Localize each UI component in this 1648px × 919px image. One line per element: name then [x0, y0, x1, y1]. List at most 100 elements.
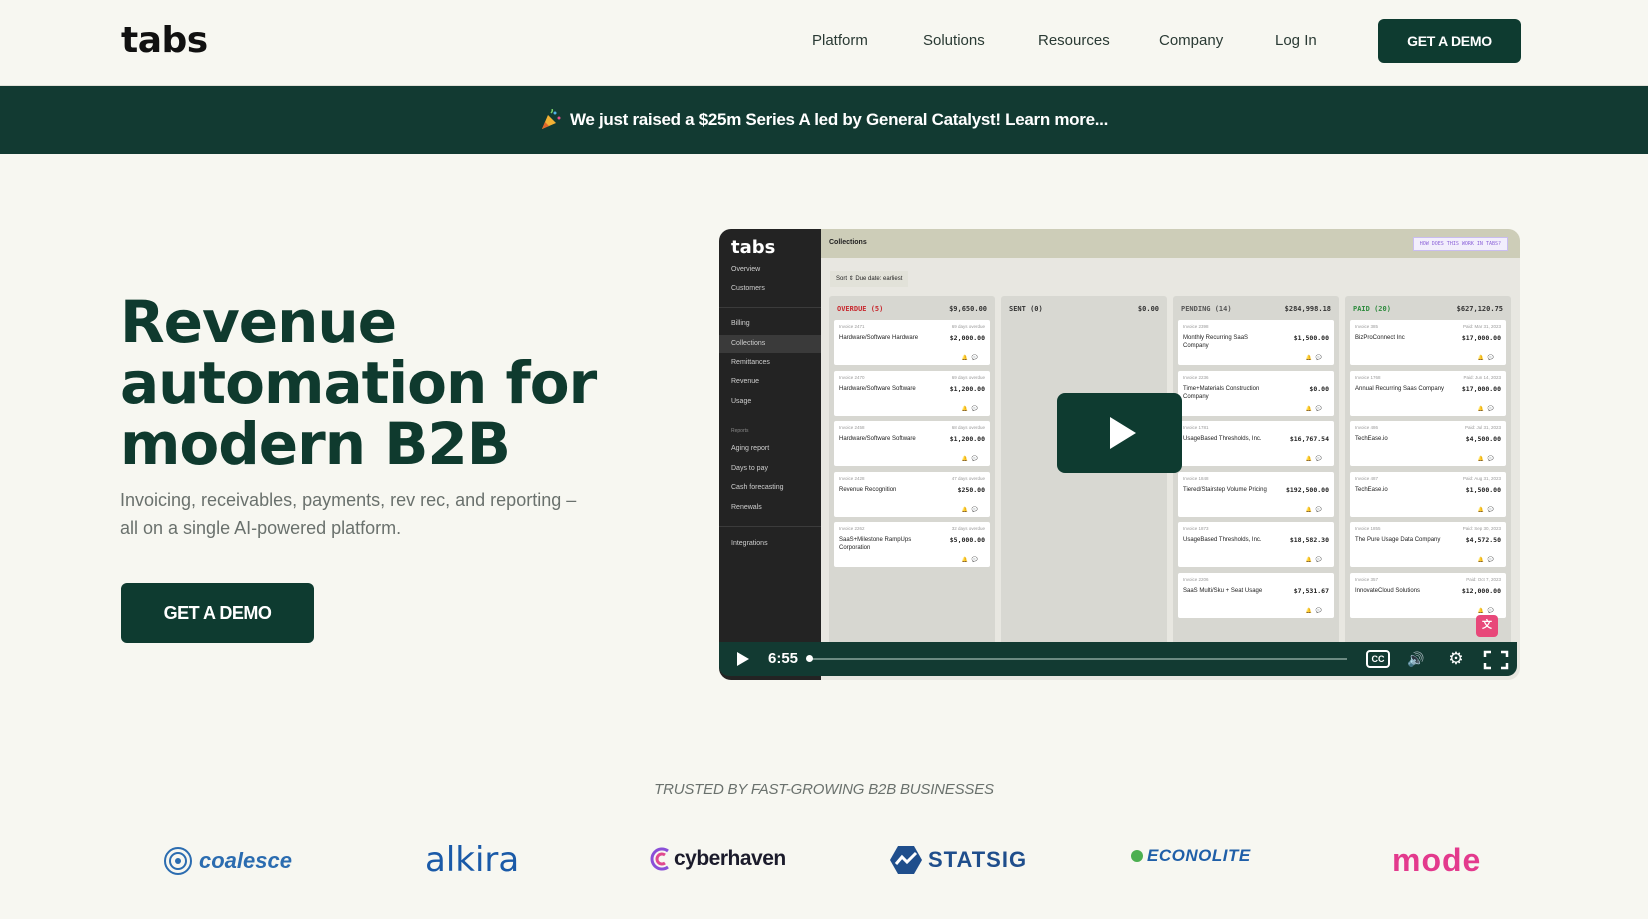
card-actions-icon: 🔔💬 [1477, 557, 1498, 563]
invoice-status: 68 days overdue [951, 425, 985, 430]
cyberhaven-mark-icon [650, 847, 669, 871]
invoice-customer: TechEase.io [1355, 486, 1388, 493]
invoice-customer: The Pure Usage Data Company [1355, 537, 1441, 543]
card-actions-icon: 🔔💬 [1305, 355, 1326, 361]
nav-platform[interactable]: Platform [812, 32, 868, 49]
app-nav-remittances: Remittances [731, 359, 770, 366]
invoice-number: Invoice 1768 [1355, 374, 1381, 380]
invoice-customer: SaaS Multi/Sku + Seat Usage [1183, 587, 1263, 594]
invoice-card: Invoice 2398 Monthly Recurring SaaS Compa… [1178, 320, 1334, 365]
invoice-amount: $2,000.00 [949, 334, 985, 342]
nav-solutions[interactable]: Solutions [923, 32, 985, 49]
invoice-status: Paid: Oct 7, 2023 [1466, 576, 1501, 582]
card-actions-icon: 🔔💬 [1477, 405, 1498, 412]
invoice-card: Invoice 1848 Tiered/Stairstep Volume Pric… [1178, 471, 1334, 517]
video-controls: 6:55 CC 🔊 ⚙ [719, 642, 1517, 676]
progress-knob[interactable] [806, 655, 813, 662]
invoice-card: Invoice 2206 SaaS Multi/Sku + Seat Usage $… [1178, 572, 1334, 618]
invoice-customer: Tiered/Stairstep Volume Pricing [1183, 486, 1267, 493]
fullscreen-icon[interactable] [1483, 650, 1509, 670]
invoice-status: 69 days overdue [951, 324, 985, 329]
invoice-amount: $17,000.00 [1461, 384, 1501, 393]
econolite-logo: ECONOLITE [1131, 846, 1251, 866]
sort-control: Sort ⇕ Due date: earliest [830, 271, 909, 287]
get-demo-button-header[interactable]: GET A DEMO [1378, 19, 1521, 63]
card-actions-icon: 🔔💬 [1305, 506, 1326, 513]
announcement-banner[interactable]: We just raised a $25m Series A led by Ge… [0, 86, 1648, 154]
invoice-card: Invoice 2458 68 days overdue Hardware/Soft… [834, 421, 990, 466]
column-header: OVERDUE (5) $9,650.00 [837, 305, 987, 313]
app-nav-cash-forecasting: Cash forecasting [731, 484, 784, 491]
statsig-mark-icon [890, 846, 922, 874]
app-nav-aging-report: Aging report [731, 445, 770, 452]
invoice-status: Paid: Mar 31, 2023 [1462, 324, 1501, 329]
invoice-customer: Hardware/Software Hardware [839, 335, 919, 341]
column-title: OVERDUE (5) [837, 305, 884, 313]
nav-login[interactable]: Log In [1275, 32, 1317, 49]
captions-icon[interactable]: CC [1366, 650, 1390, 668]
card-actions-icon: 🔔💬 [961, 355, 982, 361]
kanban-column: PAID (20) $627,120.75 Invoice 385 Paid: Mar… [1345, 296, 1511, 666]
divider [719, 526, 821, 527]
invoice-number: Invoice 2470 [839, 374, 865, 380]
invoice-number: Invoice 1781 [1183, 425, 1209, 430]
invoice-card: Invoice 2262 32 days overdue SaaS+Mileston… [834, 522, 990, 567]
invoice-number: Invoice 1873 [1183, 526, 1209, 531]
app-nav-overview: Overview [731, 266, 761, 273]
card-actions-icon: 🔔💬 [1477, 355, 1498, 361]
app-nav-group-reports: Reports [731, 428, 749, 434]
invoice-amount: $1,500.00 [1465, 485, 1501, 494]
card-actions-icon: 🔔💬 [1477, 607, 1498, 614]
invoice-amount: $18,582.30 [1289, 536, 1329, 544]
column-header: SENT (0) $0.00 [1009, 305, 1159, 313]
video-play-button[interactable] [1057, 393, 1182, 473]
banner-text: We just raised a $25m Series A led by Ge… [569, 110, 1109, 129]
product-video[interactable]: tabs Overview Customers Billing Collecti… [719, 229, 1520, 680]
invoice-card: Invoice 357 Paid: Oct 7, 2023 InnovateClou… [1350, 572, 1506, 618]
invoice-customer: InnovateCloud Solutions [1355, 587, 1421, 594]
invoice-status: 47 days overdue [951, 475, 985, 481]
invoice-card: Invoice 385 Paid: Mar 31, 2023 BizProConne… [1350, 320, 1506, 365]
invoice-amount: $192,500.00 [1285, 485, 1329, 494]
get-demo-button-hero[interactable]: GET A DEMO [121, 583, 314, 643]
progress-bar[interactable] [810, 658, 1347, 660]
invoice-customer: BizProConnect Inc [1355, 335, 1405, 341]
invoice-customer: Annual Recurring Saas Company [1355, 385, 1445, 392]
column-amount: $9,650.00 [949, 305, 987, 313]
invoice-amount: $250.00 [957, 485, 985, 494]
invoice-number: Invoice 2458 [839, 425, 865, 430]
invoice-card: Invoice 1855 Paid: Sep 30, 2023 The Pure U… [1350, 522, 1506, 567]
volume-icon[interactable]: 🔊 [1405, 649, 1427, 669]
nav-resources[interactable]: Resources [1038, 32, 1110, 49]
card-actions-icon: 🔔💬 [1477, 456, 1498, 462]
invoice-card: Invoice 2470 69 days overdue Hardware/Soft… [834, 370, 990, 416]
app-topbar: Collections HOW DOES THIS WORK IN TABS? [821, 229, 1520, 258]
settings-gear-icon[interactable]: ⚙ [1446, 649, 1466, 669]
app-page-title: Collections [829, 239, 867, 246]
card-actions-icon: 🔔💬 [961, 456, 982, 462]
invoice-number: Invoice 1855 [1355, 526, 1381, 531]
card-actions-icon: 🔔💬 [961, 405, 982, 412]
invoice-number: Invoice 2471 [839, 324, 865, 329]
invoice-number: Invoice 1848 [1183, 475, 1209, 481]
statsig-logo: STATSIG [890, 846, 1027, 874]
coalesce-logo: coalesce [163, 846, 292, 876]
invoice-amount: $17,000.00 [1461, 334, 1501, 342]
translate-icon[interactable]: 文 [1476, 615, 1498, 637]
mode-logo: mode [1392, 842, 1482, 878]
invoice-number: Invoice 2428 [839, 475, 865, 481]
column-amount: $0.00 [1137, 305, 1159, 313]
invoice-status: Paid: Sep 30, 2023 [1462, 526, 1501, 531]
control-play-icon[interactable] [737, 652, 749, 666]
app-sidebar: tabs Overview Customers Billing Collecti… [719, 229, 821, 680]
invoice-card: Invoice 2471 69 days overdue Hardware/Soft… [834, 320, 990, 365]
nav-company[interactable]: Company [1159, 32, 1223, 49]
invoice-amount: $4,572.50 [1465, 536, 1501, 544]
invoice-status: 69 days overdue [951, 374, 985, 380]
divider [719, 307, 821, 308]
app-nav-revenue: Revenue [731, 378, 760, 385]
tabs-logo[interactable]: tabs [121, 20, 208, 61]
column-amount: $627,120.75 [1456, 305, 1503, 313]
party-popper-icon [541, 109, 561, 129]
invoice-card: Invoice 487 Paid: Aug 31, 2023 TechEase.io… [1350, 471, 1506, 517]
